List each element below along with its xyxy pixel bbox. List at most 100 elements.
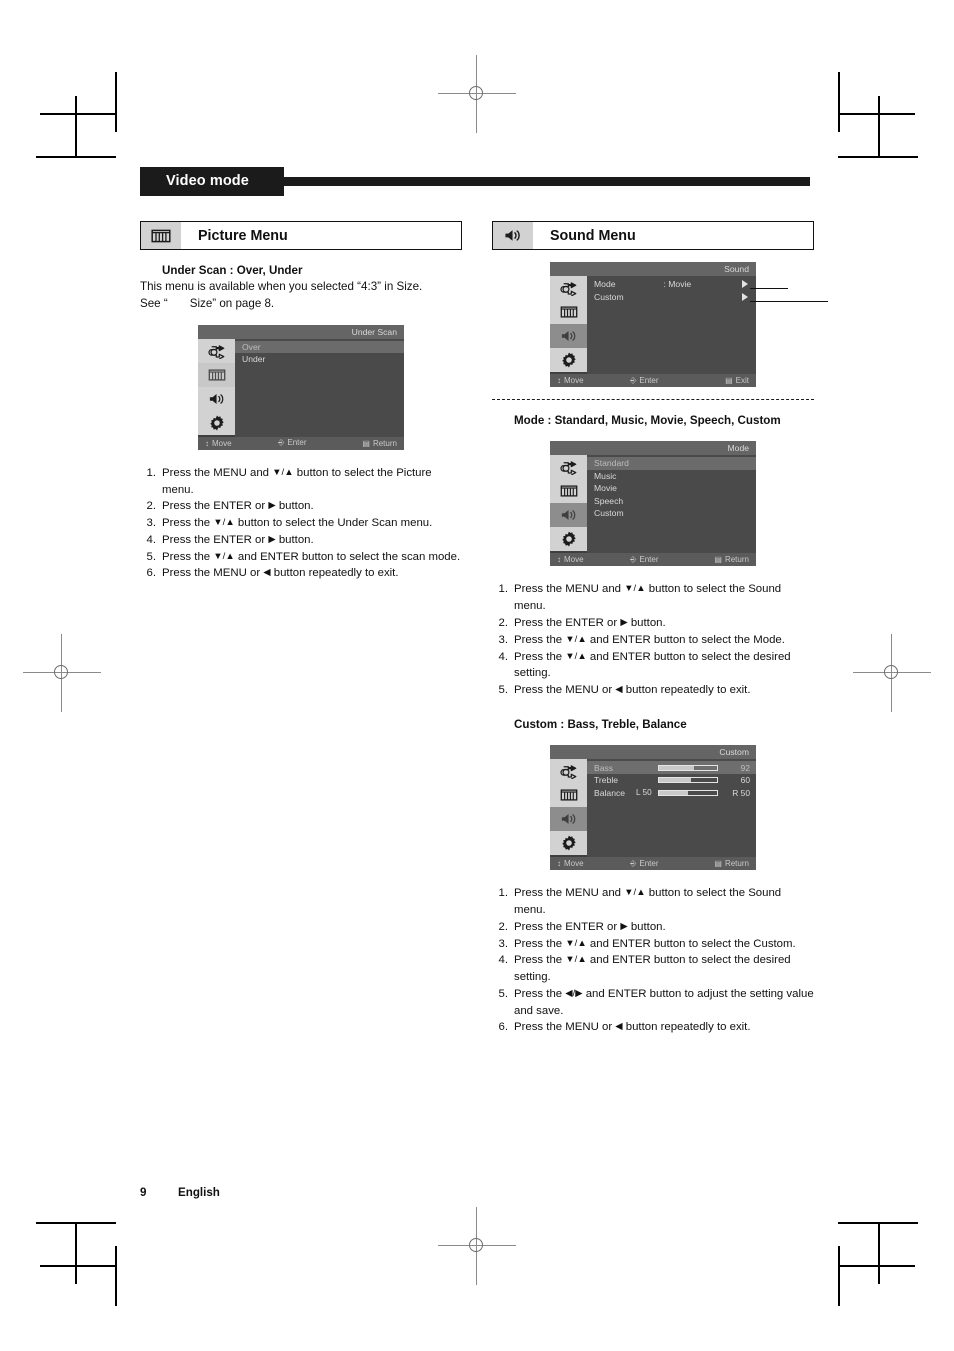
- under-scan-steps: 1. Press the MENU and ▼/▲ button to selec…: [140, 465, 462, 582]
- osd-title: Sound: [550, 262, 756, 276]
- step-glyph: ▼/▲: [213, 550, 235, 562]
- registration-mark-right: [853, 634, 931, 712]
- osd-item-movie[interactable]: Movie: [587, 482, 756, 495]
- source-plug-icon[interactable]: [550, 276, 587, 300]
- step-glyph: ◀: [615, 684, 623, 696]
- step-number: 1.: [498, 583, 509, 596]
- slider-track[interactable]: [658, 764, 718, 771]
- under-scan-subhead: Under Scan : Over, Under: [162, 264, 303, 277]
- picture-bars-icon[interactable]: [198, 362, 235, 387]
- slider-label: Balance: [594, 787, 626, 798]
- osd-item-standard[interactable]: Standard: [587, 457, 756, 470]
- sound-menu-header: Sound Menu: [492, 221, 814, 250]
- speaker-icon[interactable]: [550, 324, 587, 348]
- chevron-right-icon: [742, 292, 748, 301]
- step-glyph: ◀: [263, 567, 271, 579]
- step-number: 6.: [146, 567, 157, 580]
- registration-mark-left: [23, 634, 101, 712]
- step-glyph: ◀/▶: [565, 987, 583, 999]
- step-number: 1.: [498, 887, 509, 900]
- slider-row-treble[interactable]: Treble 60: [587, 774, 756, 787]
- step-number: 5.: [498, 684, 509, 697]
- osd-footer: ↕ Move ⎆ Enter ▤ Return: [198, 436, 404, 450]
- osd-body: Mode : Movie Custom: [550, 276, 756, 374]
- move-updown-icon: ↕: [557, 376, 561, 385]
- osd-footer-move: ↕ Move: [557, 376, 584, 385]
- step-text-a: Press the MENU or: [514, 684, 616, 697]
- gear-icon[interactable]: [550, 831, 587, 856]
- osd-item-label: Mode: [594, 279, 616, 289]
- picture-bars-icon[interactable]: [550, 300, 587, 324]
- osd-item-label: Custom: [594, 508, 624, 519]
- osd-item-custom[interactable]: Custom: [587, 291, 756, 304]
- osd-item-over[interactable]: Over: [235, 340, 404, 354]
- osd-footer-enter: ⎆ Enter: [277, 438, 307, 448]
- step-text-b: button repeatedly to exit.: [622, 1021, 751, 1034]
- step-glyph: ▶: [620, 616, 628, 628]
- osd-item-music[interactable]: Music: [587, 470, 756, 483]
- gear-icon[interactable]: [550, 348, 587, 372]
- slider-fill: [659, 790, 688, 795]
- step-text-b: button.: [627, 616, 666, 629]
- step-item: 4. Press the ENTER or ▶ button.: [140, 532, 462, 549]
- speaker-icon[interactable]: [550, 503, 587, 528]
- speaker-icon[interactable]: [550, 807, 587, 832]
- custom-steps: 1. Press the MENU and ▼/▲ button to selec…: [492, 885, 814, 1036]
- osd-item-custom[interactable]: Custom: [587, 507, 756, 520]
- step-text-a: Press the ENTER or: [162, 500, 269, 513]
- step-glyph: ▼/▲: [272, 466, 294, 478]
- step-text-a: Press the ENTER or: [514, 920, 621, 933]
- step-text-b: button.: [275, 500, 314, 513]
- picture-bars-icon[interactable]: [550, 479, 587, 504]
- step-item: 5. Press the ▼/▲ and ENTER button to sele…: [140, 549, 462, 566]
- step-glyph: ▼/▲: [565, 633, 587, 645]
- menu-button-icon: ▤: [714, 555, 722, 565]
- osd-item-speech[interactable]: Speech: [587, 495, 756, 508]
- osd-title: Mode: [550, 441, 756, 456]
- slider-fill: [659, 778, 691, 783]
- step-text-a: Press the ENTER or: [514, 616, 621, 629]
- gear-icon[interactable]: [198, 410, 235, 435]
- step-number: 3.: [498, 633, 509, 646]
- sound-osd: Sound Mode: Movie Custom ↕ Move ⎆ Enter…: [550, 262, 828, 387]
- mode-steps: 1. Press the MENU and ▼/▲ button to selec…: [492, 581, 814, 698]
- source-plug-icon[interactable]: [198, 338, 235, 363]
- osd-panel: Bass 92 Treble 60 Balance L 50 R 50: [587, 759, 756, 858]
- osd-footer: ↕ Move ⎆ Enter ▤ Exit: [550, 374, 756, 387]
- step-item: 2. Press the ENTER or ▶ button.: [140, 498, 462, 515]
- source-plug-icon[interactable]: [550, 759, 587, 784]
- step-item: 6. Press the MENU or ◀ button repeatedly …: [140, 565, 462, 582]
- callout-leader-custom: [750, 300, 828, 302]
- step-glyph: ▼/▲: [565, 937, 587, 949]
- step-text-a: Press the MENU or: [514, 1021, 616, 1034]
- step-glyph: ▶: [268, 533, 276, 545]
- osd-item-under[interactable]: Under: [235, 353, 404, 366]
- step-text-a: Press the MENU and: [514, 887, 625, 900]
- gear-icon[interactable]: [550, 527, 587, 552]
- speaker-icon[interactable]: [198, 386, 235, 411]
- step-text-a: Press the: [162, 517, 214, 530]
- osd-item-value: : Movie: [663, 279, 692, 289]
- slider-row-bass[interactable]: Bass 92: [587, 761, 756, 774]
- picture-bars-icon[interactable]: [550, 783, 587, 808]
- step-number: 1.: [146, 466, 157, 479]
- osd-panel: Mode : Movie Custom: [587, 276, 756, 374]
- slider-value: 92: [740, 762, 750, 773]
- source-plug-icon[interactable]: [550, 455, 587, 480]
- step-text-a: Press the: [514, 650, 566, 663]
- under-scan-paragraph-line1: This menu is available when you selected…: [140, 280, 423, 294]
- osd-panel: Standard Music Movie Speech Custom: [587, 455, 756, 554]
- sound-menu-title: Sound Menu: [550, 227, 636, 244]
- step-number: 6.: [498, 1021, 509, 1034]
- slider-row-balance[interactable]: Balance L 50 R 50: [587, 786, 756, 799]
- slider-track[interactable]: [658, 777, 718, 784]
- osd-item-mode[interactable]: Mode : Movie: [587, 278, 756, 291]
- osd-footer-exit: ▤ Return: [362, 438, 397, 448]
- step-item: 4. Press the ▼/▲ and ENTER button to sele…: [492, 649, 814, 683]
- slider-track[interactable]: [658, 789, 718, 796]
- step-item: 6. Press the MENU or ◀ button repeatedly …: [492, 1019, 814, 1036]
- osd-item-label: Over: [242, 341, 261, 352]
- osd-footer-move: ↕ Move: [205, 438, 232, 448]
- step-text-b: button to select the Under Scan menu.: [234, 517, 433, 530]
- picture-menu-header: Picture Menu: [140, 221, 462, 250]
